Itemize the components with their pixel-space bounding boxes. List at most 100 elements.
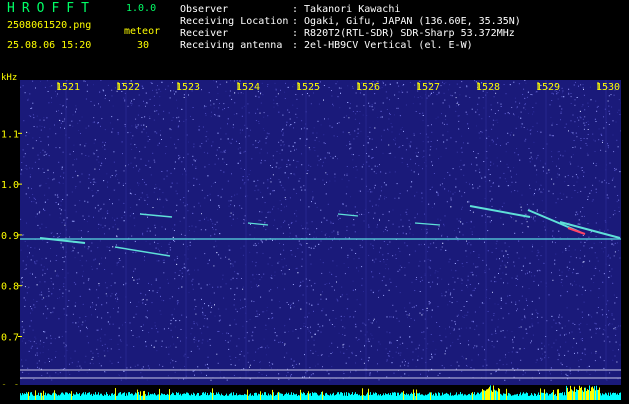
signal-level-bar [226, 394, 227, 400]
signal-level-bar [296, 394, 297, 400]
signal-level-bar [314, 392, 315, 400]
signal-level-bar [273, 392, 274, 400]
signal-level-bar [522, 394, 523, 400]
signal-level-bar [420, 395, 421, 400]
signal-level-bar [153, 394, 154, 400]
signal-level-bar [598, 390, 599, 400]
signal-level-bar [133, 395, 134, 400]
signal-level-bar [381, 396, 382, 400]
signal-level-bar [299, 395, 300, 400]
signal-level-bar [531, 393, 532, 400]
frequency-tick-label: 0.7 [1, 333, 19, 344]
signal-level-bar [262, 393, 263, 400]
signal-level-bar [595, 390, 596, 400]
signal-level-bar [466, 395, 467, 400]
signal-level-bar [605, 393, 606, 400]
signal-level-bar [189, 395, 190, 400]
signal-level-bar [485, 391, 486, 400]
signal-level-bar [450, 393, 451, 400]
signal-level-bar [324, 396, 325, 400]
signal-level-bar [144, 391, 145, 400]
signal-level-bar [114, 394, 115, 400]
signal-level-bar [68, 394, 69, 400]
signal-level-bar [340, 392, 341, 400]
signal-level-bar [604, 394, 605, 400]
signal-level-bar [331, 395, 332, 400]
signal-level-bar [537, 395, 538, 400]
signal-level-bar [562, 392, 563, 400]
signal-level-bar [105, 395, 106, 400]
signal-level-bar [435, 393, 436, 400]
signal-level-bar [206, 395, 207, 400]
signal-level-bar [620, 393, 621, 400]
signal-level-bar [442, 393, 443, 400]
signal-level-bar [348, 393, 349, 400]
signal-level-bar [110, 396, 111, 400]
signal-level-bar [332, 394, 333, 400]
signal-level-bar [617, 393, 618, 400]
signal-level-bar [408, 394, 409, 400]
signal-level-bar [24, 393, 25, 400]
time-tick-label: 1525 [296, 82, 320, 93]
frequency-tick-labels: 1.11.00.90.80.70.6 [1, 129, 22, 394]
signal-level-bar [233, 392, 234, 400]
signal-level-bar [421, 394, 422, 400]
signal-level-bar [173, 393, 174, 400]
signal-level-bar [109, 395, 110, 400]
signal-level-bar [187, 393, 188, 400]
signal-level-bar [284, 395, 285, 400]
signal-level-bar [276, 395, 277, 400]
signal-level-bar [121, 394, 122, 400]
signal-level-bar [165, 395, 166, 400]
signal-level-bar [98, 392, 99, 400]
signal-level-bar [456, 392, 457, 400]
signal-level-bar [439, 393, 440, 400]
signal-level-bar [475, 395, 476, 400]
signal-level-bar [583, 392, 584, 400]
signal-level-bar [122, 393, 123, 400]
signal-level-bar [441, 395, 442, 400]
signal-level-bar [261, 395, 262, 400]
signal-level-bar [563, 395, 564, 400]
signal-level-bar [597, 390, 598, 400]
signal-level-bar [36, 395, 37, 400]
signal-level-bar [414, 393, 415, 400]
signal-level-bar [200, 395, 201, 400]
signal-level-bar [254, 393, 255, 400]
signal-level-bar [495, 391, 496, 400]
signal-level-bar [342, 393, 343, 400]
signal-level-bar [580, 388, 581, 400]
signal-level-bar [92, 396, 93, 400]
signal-level-bar [398, 393, 399, 400]
signal-level-bar [295, 394, 296, 400]
signal-level-bar [549, 394, 550, 400]
signal-level-bar [449, 395, 450, 400]
signal-level-bar [316, 393, 317, 400]
signal-level-bar [601, 395, 602, 400]
signal-level-bar [177, 393, 178, 400]
signal-level-bar [365, 396, 366, 400]
signal-level-bar [424, 396, 425, 400]
signal-level-bar [118, 393, 119, 400]
signal-level-bar [222, 395, 223, 400]
signal-level-bar [481, 392, 482, 400]
signal-level-bar [425, 395, 426, 400]
signal-level-bar [38, 393, 39, 400]
signal-level-bar [255, 393, 256, 400]
signal-level-bar [411, 393, 412, 400]
signal-level-bar [168, 395, 169, 400]
signal-level-bar [238, 395, 239, 400]
signal-level-bar [108, 396, 109, 400]
signal-level-bar [74, 395, 75, 400]
signal-level-bar [69, 393, 70, 400]
signal-level-bar [506, 389, 507, 400]
signal-level-bar [533, 396, 534, 400]
signal-level-bar [513, 395, 514, 400]
time-tick-label: 1521 [56, 82, 80, 93]
signal-level-bar [181, 396, 182, 400]
signal-level-bar [184, 393, 185, 400]
signal-level-bar [569, 391, 570, 400]
signal-level-bar [217, 394, 218, 400]
signal-level-bar [462, 394, 463, 400]
signal-level-bar [223, 396, 224, 400]
